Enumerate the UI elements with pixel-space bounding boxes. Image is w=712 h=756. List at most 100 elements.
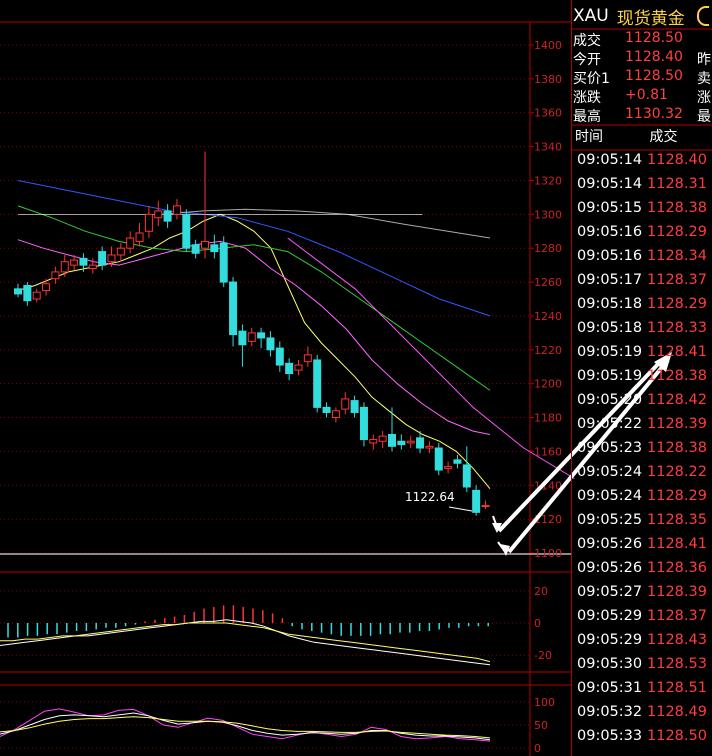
tick-row[interactable]: 09:05:26 1128.36	[577, 560, 707, 584]
low-price-annotation: 1122.64	[405, 490, 455, 504]
macd-axis-label: 20	[534, 585, 548, 598]
tick-price: 1128.29	[647, 224, 707, 240]
tick-price: 1128.36	[647, 560, 707, 576]
kdj-axis-label: 0	[534, 742, 541, 755]
tick-row[interactable]: 09:05:26 1128.41	[577, 536, 707, 560]
candle	[42, 278, 51, 296]
tick-row[interactable]: 09:05:19 1128.38	[577, 368, 707, 392]
price-axis-label: 1380	[534, 73, 562, 86]
tick-time: 09:05:24	[577, 488, 643, 504]
price-axis-label: 1300	[534, 208, 562, 221]
candle	[462, 446, 471, 493]
tick-price: 1128.40	[647, 152, 707, 168]
quote-value: 1130.32	[625, 106, 683, 122]
tick-row[interactable]: 09:05:32 1128.49	[577, 704, 707, 728]
tick-row[interactable]: 09:05:25 1128.35	[577, 512, 707, 536]
tick-row[interactable]: 09:05:29 1128.37	[577, 608, 707, 632]
tick-time: 09:05:17	[577, 272, 643, 288]
tick-row[interactable]: 09:05:15 1128.38	[577, 200, 707, 224]
candle	[472, 485, 481, 516]
tick-price: 1128.38	[647, 368, 707, 384]
tick-row[interactable]: 09:05:24 1128.22	[577, 464, 707, 488]
tick-time: 09:05:31	[577, 680, 643, 696]
tick-time: 09:05:29	[577, 632, 643, 648]
ticks-price-header: 成交	[649, 129, 678, 145]
kdj-axis-label: 50	[534, 719, 548, 732]
tick-price: 1128.38	[647, 440, 707, 456]
tick-row[interactable]: 09:05:23 1128.38	[577, 440, 707, 464]
quote-value: 1128.40	[625, 49, 683, 65]
tick-row[interactable]: 09:05:29 1128.43	[577, 632, 707, 656]
candle	[191, 239, 200, 259]
tick-row[interactable]: 09:05:24 1128.29	[577, 488, 707, 512]
tick-row[interactable]: 09:05:22 1128.39	[577, 416, 707, 440]
price-axis-label: 1320	[534, 174, 562, 187]
price-axis-label: 1160	[534, 445, 562, 458]
ticks-time-header: 时间	[575, 129, 603, 145]
tick-price: 1128.37	[647, 272, 707, 288]
price-axis-label: 1240	[534, 310, 562, 323]
tick-row[interactable]: 09:05:30 1128.53	[577, 656, 707, 680]
quote-row: 涨跌 +0.81 涨	[573, 87, 711, 106]
price-axis-label: 1200	[534, 378, 562, 391]
tick-time: 09:05:16	[577, 248, 643, 264]
symbol-header: XAU 现货黄金	[573, 3, 709, 29]
candle	[219, 236, 228, 288]
macd-axis-label: 0	[534, 617, 541, 630]
macd-axis-label: -20	[534, 649, 552, 662]
candle	[182, 209, 191, 252]
tick-row[interactable]: 09:05:20 1128.42	[577, 392, 707, 416]
tick-row[interactable]: 09:05:16 1128.34	[577, 248, 707, 272]
candle	[453, 454, 462, 469]
candle	[313, 354, 322, 413]
candle	[444, 461, 453, 474]
tick-row[interactable]: 09:05:16 1128.29	[577, 224, 707, 248]
tick-time: 09:05:18	[577, 296, 643, 312]
kdj-line	[0, 712, 491, 741]
candle	[350, 395, 359, 418]
tick-time: 09:05:33	[577, 728, 643, 744]
tick-time: 09:05:15	[577, 200, 643, 216]
tick-row[interactable]: 09:05:18 1128.29	[577, 296, 707, 320]
tick-price: 1128.53	[647, 656, 707, 672]
quote-value: 1128.50	[625, 30, 683, 46]
tick-time: 09:05:22	[577, 416, 643, 432]
tick-row[interactable]: 09:05:14 1128.40	[577, 152, 707, 176]
tick-time: 09:05:24	[577, 464, 643, 480]
candle	[369, 434, 378, 450]
candle	[275, 341, 284, 372]
tick-time: 09:05:29	[577, 608, 643, 624]
tick-price: 1128.22	[647, 464, 707, 480]
quote-label: 涨跌	[573, 90, 601, 106]
candle	[135, 222, 144, 247]
tick-row[interactable]: 09:05:33 1128.50	[577, 728, 707, 752]
quote-row: 今开 1128.40 昨	[573, 49, 711, 68]
candle	[51, 266, 60, 284]
candle	[397, 434, 406, 450]
candle	[23, 282, 32, 306]
candle	[481, 500, 490, 509]
tick-row[interactable]: 09:05:31 1128.51	[577, 680, 707, 704]
candle	[163, 204, 172, 228]
tick-price: 1128.33	[647, 320, 707, 336]
tick-row[interactable]: 09:05:18 1128.33	[577, 320, 707, 344]
candle	[434, 442, 443, 476]
tick-row[interactable]: 09:05:17 1128.37	[577, 272, 707, 296]
candle	[154, 200, 163, 227]
candle	[116, 243, 125, 262]
tick-row[interactable]: 09:05:19 1128.41	[577, 344, 707, 368]
quote-value: 1128.50	[625, 68, 683, 84]
candle	[229, 276, 238, 347]
tick-row[interactable]: 09:05:14 1128.31	[577, 176, 707, 200]
tick-price: 1128.35	[647, 512, 707, 528]
tick-time: 09:05:18	[577, 320, 643, 336]
quote-extra-label: 昨	[697, 52, 711, 68]
tick-row[interactable]: 09:05:27 1128.39	[577, 584, 707, 608]
partial-circle-icon	[696, 6, 709, 26]
candle	[126, 231, 135, 254]
tick-time: 09:05:25	[577, 512, 643, 528]
macd-line	[0, 619, 491, 666]
tick-price: 1128.29	[647, 296, 707, 312]
candle	[331, 407, 340, 423]
price-axis-label: 1220	[534, 344, 562, 357]
